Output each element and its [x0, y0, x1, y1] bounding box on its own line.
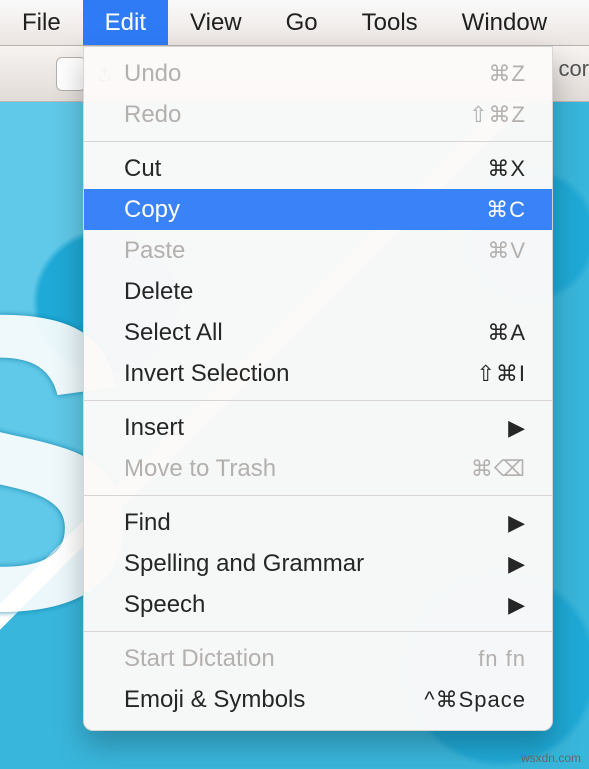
- menu-item-spelling[interactable]: Spelling and Grammar ▶: [84, 543, 552, 584]
- menu-item-label: Emoji & Symbols: [124, 686, 305, 714]
- menu-item-redo: Redo ⇧⌘Z: [84, 94, 552, 135]
- menu-item-speech[interactable]: Speech ▶: [84, 584, 552, 625]
- submenu-arrow-icon: ▶: [508, 551, 526, 577]
- menu-item-label: Start Dictation: [124, 645, 275, 673]
- menu-item-label: Undo: [124, 60, 181, 88]
- watermark: wsxdn.com: [521, 751, 581, 765]
- menu-item-dictation: Start Dictation fn fn: [84, 638, 552, 679]
- menu-item-copy[interactable]: Copy ⌘C: [84, 189, 552, 230]
- menu-tools[interactable]: Tools: [340, 0, 440, 45]
- menu-item-shortcut: fn fn: [478, 646, 526, 672]
- menu-item-insert[interactable]: Insert ▶: [84, 407, 552, 448]
- menu-item-label: Speech: [124, 591, 205, 619]
- menu-go[interactable]: Go: [264, 0, 340, 45]
- menu-item-move-to-trash: Move to Trash ⌘⌫: [84, 448, 552, 489]
- menu-item-label: Move to Trash: [124, 455, 276, 483]
- menu-item-label: Paste: [124, 237, 185, 265]
- menu-item-emoji[interactable]: Emoji & Symbols ^⌘Space: [84, 679, 552, 720]
- submenu-arrow-icon: ▶: [508, 510, 526, 536]
- menu-item-undo: Undo ⌘Z: [84, 53, 552, 94]
- menu-item-shortcut: ^⌘Space: [424, 687, 526, 713]
- menu-item-label: Delete: [124, 278, 193, 306]
- menu-item-select-all[interactable]: Select All ⌘A: [84, 312, 552, 353]
- toolbar-cut-text: cor: [558, 56, 589, 82]
- menu-item-delete[interactable]: Delete: [84, 271, 552, 312]
- menu-item-paste: Paste ⌘V: [84, 230, 552, 271]
- menu-item-label: Invert Selection: [124, 360, 289, 388]
- menu-window[interactable]: Window: [440, 0, 569, 45]
- menu-item-cut[interactable]: Cut ⌘X: [84, 148, 552, 189]
- toolbar-box: [56, 57, 86, 91]
- menu-item-label: Find: [124, 509, 171, 537]
- menu-separator: [84, 141, 552, 142]
- menu-item-label: Insert: [124, 414, 184, 442]
- menu-view[interactable]: View: [168, 0, 264, 45]
- menubar: File Edit View Go Tools Window: [0, 0, 589, 46]
- menu-file[interactable]: File: [0, 0, 83, 45]
- menu-edit[interactable]: Edit: [83, 0, 168, 45]
- menu-separator: [84, 400, 552, 401]
- menu-item-find[interactable]: Find ▶: [84, 502, 552, 543]
- menu-item-shortcut: ⌘A: [487, 320, 526, 346]
- menu-separator: [84, 495, 552, 496]
- menu-item-label: Spelling and Grammar: [124, 550, 364, 578]
- submenu-arrow-icon: ▶: [508, 592, 526, 618]
- menu-item-label: Redo: [124, 101, 181, 129]
- menu-item-shortcut: ⇧⌘Z: [469, 102, 526, 128]
- menu-item-shortcut: ⌘⌫: [471, 456, 526, 482]
- menu-separator: [84, 631, 552, 632]
- menu-item-invert-selection[interactable]: Invert Selection ⇧⌘I: [84, 353, 552, 394]
- submenu-arrow-icon: ▶: [508, 415, 526, 441]
- menu-item-label: Cut: [124, 155, 161, 183]
- menu-item-shortcut: ⌘Z: [489, 61, 526, 87]
- menu-item-shortcut: ⌘C: [486, 197, 526, 223]
- menu-item-label: Select All: [124, 319, 223, 347]
- menu-item-shortcut: ⌘V: [487, 238, 526, 264]
- menu-item-shortcut: ⌘X: [487, 156, 526, 182]
- edit-dropdown: Undo ⌘Z Redo ⇧⌘Z Cut ⌘X Copy ⌘C Paste ⌘V…: [83, 46, 553, 731]
- menu-item-label: Copy: [124, 196, 180, 224]
- menu-item-shortcut: ⇧⌘I: [476, 361, 526, 387]
